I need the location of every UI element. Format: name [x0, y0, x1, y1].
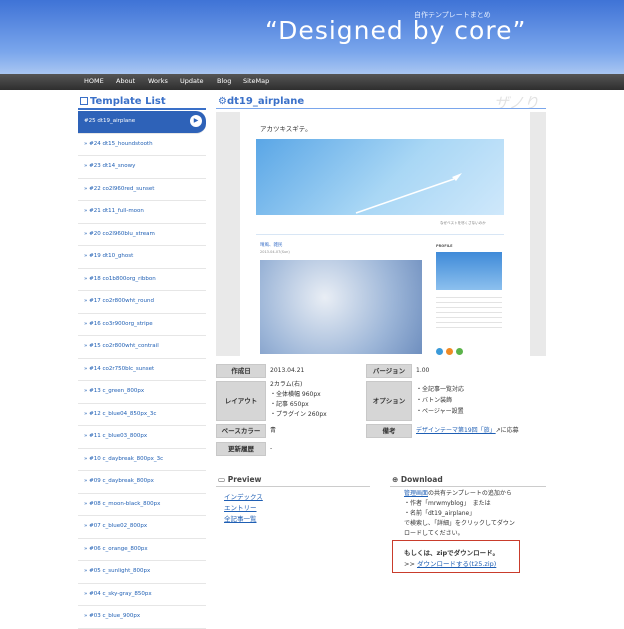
preview-page: アカツキスギテ。 なぜベストを尽くさないのか 晴風、雑民 2013-04-07(…: [240, 112, 530, 356]
layout-line: ・プラグイン 260px: [270, 411, 327, 418]
template-item[interactable]: » #23 dt14_snowy: [78, 156, 206, 179]
twitter-icon: [436, 348, 443, 355]
option-line: ・全記事一覧対応: [416, 386, 465, 393]
download-icon: ⊕: [392, 475, 401, 484]
template-item[interactable]: » #15 co2r800wht_contrail: [78, 336, 206, 359]
template-item[interactable]: » #18 co1b800org_ribbon: [78, 269, 206, 291]
template-title: ⚙dt19_airplane: [218, 96, 305, 107]
preview-profile-text: [436, 293, 502, 329]
divider: [256, 234, 504, 235]
nav-works[interactable]: Works: [148, 77, 168, 85]
layout-line: ・記事 650px: [270, 401, 309, 408]
template-item[interactable]: » #06 c_orange_800px: [78, 539, 206, 561]
preview-section-title: ▭ Preview: [218, 475, 262, 484]
option-line: ・バトン装飾: [416, 397, 453, 404]
history-value: -: [270, 445, 273, 452]
layout-line: 2カラム(右): [270, 381, 303, 388]
admin-link[interactable]: 管理画面: [404, 490, 428, 497]
version-label: バージョン: [366, 364, 412, 378]
option-label: オプション: [366, 381, 412, 421]
nav-blog[interactable]: Blog: [217, 77, 231, 85]
template-item[interactable]: » #19 dt10_ghost: [78, 246, 206, 269]
gear-icon: ⚙: [218, 96, 227, 107]
theme-link[interactable]: デザインテーマ第19回「旅」: [416, 427, 496, 434]
nav-update[interactable]: Update: [180, 77, 204, 85]
basecolor-label: ベースカラー: [216, 424, 266, 438]
site-header: 自作テンプレートまとめ “Designed by core”: [0, 0, 624, 74]
note-label: 備考: [366, 424, 412, 438]
template-item[interactable]: » #03 c_blue_900px: [78, 606, 206, 629]
global-nav: HOME About Works Update Blog SiteMap: [0, 74, 624, 90]
zip-download-link[interactable]: ダウンロードする(t25.zip): [417, 560, 496, 568]
preview-profile-label: PROFILE: [436, 244, 453, 248]
template-item[interactable]: » #22 co2l960red_sunset: [78, 179, 206, 201]
download-section-title: ⊕ Download: [392, 475, 443, 484]
preview-blog-title: アカツキスギテ。: [260, 125, 312, 133]
zip-download-box: もしくは、zipでダウンロード。 >> ダウンロードする(t25.zip): [392, 540, 520, 573]
preview-link-entry[interactable]: エントリー: [224, 502, 257, 512]
template-list: #25 dt19_airplane ▶ » #24 dt15_houndstoot…: [78, 111, 206, 629]
preview-post-image: [260, 260, 422, 354]
template-preview-image: アカツキスギテ。 なぜベストを尽くさないのか 晴風、雑民 2013-04-07(…: [216, 112, 546, 356]
layout-label: レイアウト: [216, 381, 266, 421]
created-value: 2013.04.21: [270, 367, 305, 374]
template-list-title: Template List: [80, 96, 166, 107]
preview-header-image: [256, 139, 504, 215]
template-item[interactable]: » #12 c_blue04_850px_3c: [78, 404, 206, 426]
template-item[interactable]: » #07 c_blue02_800px: [78, 516, 206, 539]
created-label: 作成日: [216, 364, 266, 378]
basecolor-value: 青: [270, 427, 277, 434]
nav-about[interactable]: About: [116, 77, 135, 85]
preview-link-archive[interactable]: 全記事一覧: [224, 513, 257, 523]
preview-profile-image: [436, 252, 502, 290]
divider: [216, 108, 546, 109]
airplane-icon: [355, 173, 462, 214]
template-item[interactable]: » #21 dt11_full-moon: [78, 201, 206, 224]
template-item[interactable]: » #20 co2l960blu_stream: [78, 224, 206, 246]
arrow-icon: ▶: [190, 115, 202, 127]
history-label: 更新履歴: [216, 442, 266, 456]
divider: [390, 486, 546, 487]
decorative-text: ザノり: [494, 94, 539, 112]
preview-caption: なぜベストを尽くさないのか: [440, 221, 486, 225]
version-value: 1.00: [416, 367, 430, 374]
template-item[interactable]: » #09 c_daybreak_800px: [78, 471, 206, 494]
template-item[interactable]: » #04 c_sky-gray_850px: [78, 584, 206, 606]
nav-sitemap[interactable]: SiteMap: [243, 77, 269, 85]
share-icon: [456, 348, 463, 355]
template-item[interactable]: » #11 c_blue03_800px: [78, 426, 206, 449]
preview-post-date: 2013-04-07(Sun): [260, 250, 290, 254]
template-item[interactable]: » #13 c_green_800px: [78, 381, 206, 404]
rss-icon: [446, 348, 453, 355]
template-item[interactable]: » #10 c_daybreak_800px_3c: [78, 449, 206, 471]
template-item[interactable]: » #24 dt15_houndstooth: [78, 134, 206, 156]
template-item[interactable]: » #17 co2r800wht_round: [78, 291, 206, 314]
template-item[interactable]: » #05 c_sunlight_800px: [78, 561, 206, 584]
template-item[interactable]: » #08 c_moon-black_800px: [78, 494, 206, 516]
divider: [216, 486, 370, 487]
nav-home[interactable]: HOME: [84, 77, 104, 85]
site-title[interactable]: “Designed by core”: [265, 16, 526, 45]
note-value: デザインテーマ第19回「旅」↗に応募: [416, 427, 519, 434]
layout-line: ・全体横幅 960px: [270, 391, 321, 398]
template-item[interactable]: » #16 co3r900org_stripe: [78, 314, 206, 336]
template-item[interactable]: » #14 co2r750blc_sunset: [78, 359, 206, 381]
list-icon: [80, 97, 88, 105]
zip-download-line: >> ダウンロードする(t25.zip): [404, 560, 497, 568]
download-instructions: 管理画面の共有テンプレートの追加から ・作者「mrwmyblog」 または ・名…: [404, 490, 515, 537]
preview-post-title: 晴風、雑民: [260, 243, 283, 248]
template-item-active[interactable]: #25 dt19_airplane ▶: [78, 111, 206, 134]
monitor-icon: ▭: [218, 475, 228, 484]
divider: [78, 108, 206, 110]
preview-link-index[interactable]: インデックス: [224, 491, 263, 501]
zip-download-heading: もしくは、zipでダウンロード。: [404, 549, 500, 557]
option-line: ・ページャー設置: [416, 408, 464, 415]
